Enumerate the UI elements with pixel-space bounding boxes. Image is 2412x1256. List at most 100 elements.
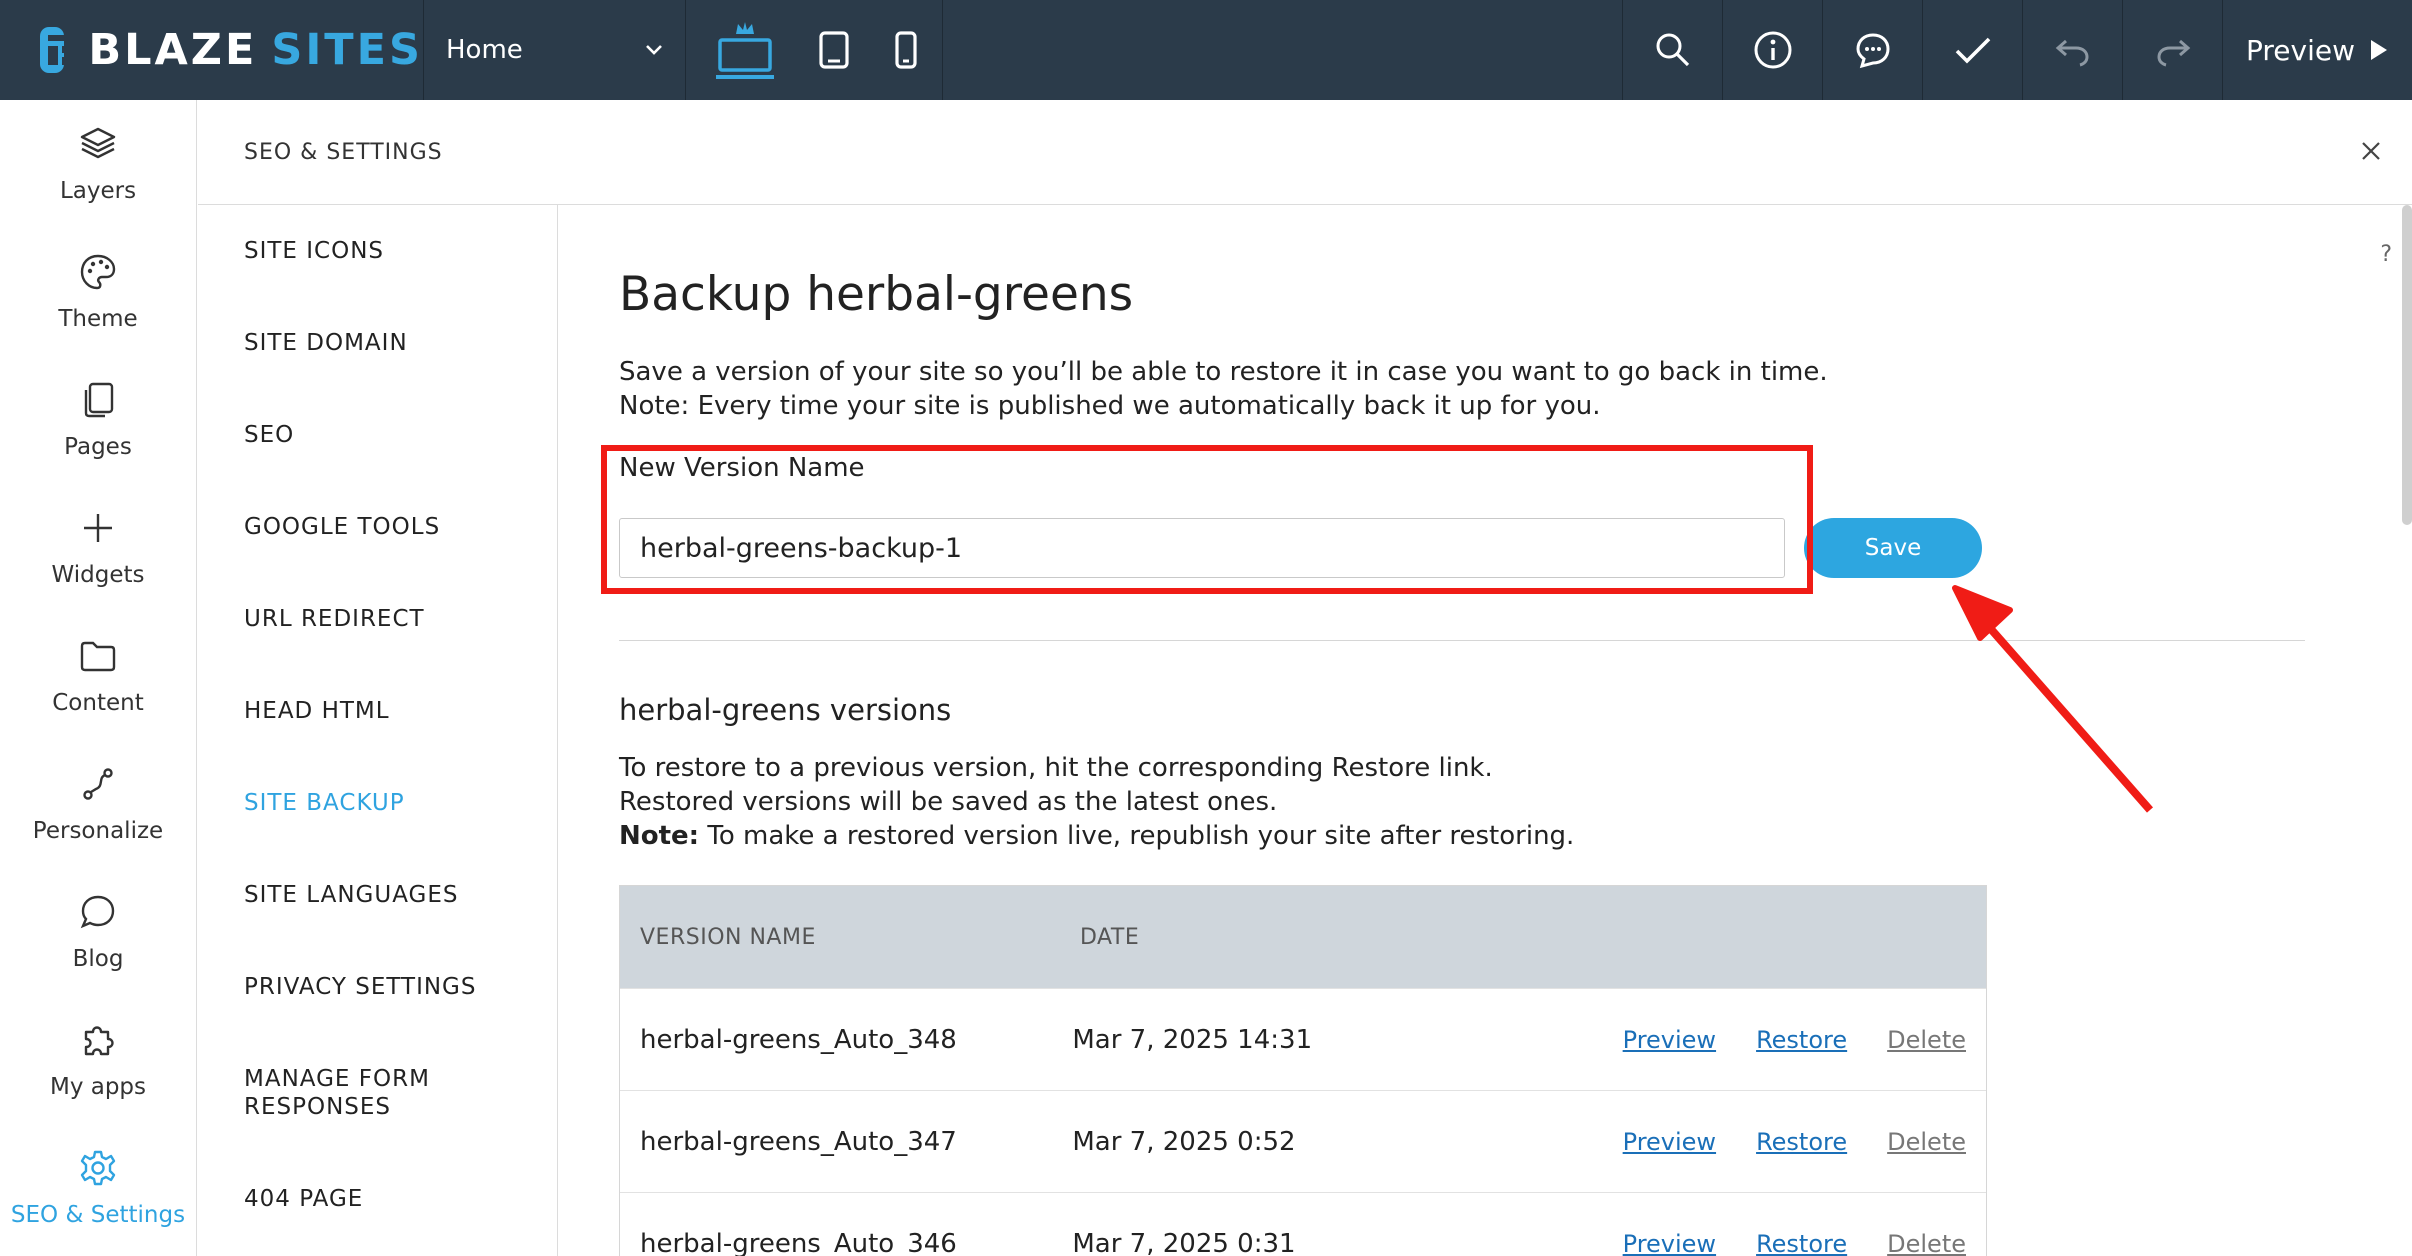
version-date: Mar 7, 2025 0:52 bbox=[1072, 1126, 1296, 1157]
delete-link[interactable]: Delete bbox=[1887, 1026, 1966, 1054]
nav-site-backup[interactable]: SITE BACKUP bbox=[244, 789, 405, 817]
comment-icon bbox=[1855, 33, 1890, 69]
rail-item-label: Content bbox=[52, 690, 144, 716]
nav-head-html[interactable]: HEAD HTML bbox=[244, 697, 390, 725]
versions-table: VERSION NAME DATE herbal-greens_Auto_348… bbox=[619, 885, 1987, 1256]
preview-link[interactable]: Preview bbox=[1623, 1230, 1716, 1256]
brand-logo[interactable]: BLAZE SITES bbox=[0, 0, 424, 100]
table-row: herbal-greens_Auto_347 Mar 7, 2025 0:52 … bbox=[620, 1090, 1986, 1192]
backup-description: Save a version of your site so you’ll be… bbox=[619, 355, 1828, 423]
pages-icon bbox=[84, 382, 114, 418]
rail-item-label: Blog bbox=[72, 946, 124, 972]
desktop-icon bbox=[716, 22, 774, 79]
info-button[interactable] bbox=[1722, 0, 1822, 100]
search-icon bbox=[1656, 33, 1689, 67]
restore-link[interactable]: Restore bbox=[1756, 1128, 1847, 1156]
column-header-version-name: VERSION NAME bbox=[640, 924, 816, 950]
mobile-view-button[interactable] bbox=[894, 31, 918, 69]
nav-google-tools[interactable]: GOOGLE TOOLS bbox=[244, 513, 440, 541]
table-row: herbal-greens_Auto_348 Mar 7, 2025 14:31… bbox=[620, 988, 1986, 1090]
preview-link[interactable]: Preview bbox=[1623, 1128, 1716, 1156]
help-icon[interactable]: ? bbox=[2380, 242, 2392, 267]
rail-item-label: Layers bbox=[59, 178, 137, 204]
close-panel-button[interactable] bbox=[2360, 140, 2382, 166]
divider bbox=[619, 640, 2305, 641]
nav-site-icons[interactable]: SITE ICONS bbox=[244, 237, 384, 265]
search-button[interactable] bbox=[1622, 0, 1722, 100]
plus-icon bbox=[84, 514, 112, 542]
rail-item-theme[interactable]: Theme bbox=[0, 252, 196, 332]
description-note: Note: Every time your site is published … bbox=[619, 391, 1601, 421]
desktop-view-button[interactable] bbox=[716, 20, 774, 80]
version-date: Mar 7, 2025 0:31 bbox=[1072, 1228, 1296, 1256]
rail-item-content[interactable]: Content bbox=[0, 636, 196, 716]
panel-title: SEO & SETTINGS bbox=[244, 139, 443, 165]
comments-button[interactable] bbox=[1822, 0, 1922, 100]
nav-label-line1: MANAGE FORM bbox=[244, 1066, 430, 1092]
restore-link[interactable]: Restore bbox=[1756, 1026, 1847, 1054]
nav-site-languages[interactable]: SITE LANGUAGES bbox=[244, 881, 459, 909]
nav-seo[interactable]: SEO bbox=[244, 421, 294, 449]
redo-button[interactable] bbox=[2122, 0, 2222, 100]
publish-check-button[interactable] bbox=[1922, 0, 2022, 100]
nav-url-redirect[interactable]: URL REDIRECT bbox=[244, 605, 425, 633]
save-button[interactable]: Save bbox=[1804, 518, 1982, 578]
redo-icon bbox=[2156, 39, 2190, 67]
top-toolbar: BLAZE SITES Home Preview bbox=[0, 0, 2412, 100]
rail-item-seo-settings[interactable]: SEO & Settings bbox=[0, 1148, 196, 1228]
row-actions: Preview Restore Delete bbox=[1623, 1128, 1986, 1156]
chevron-down-icon bbox=[646, 45, 662, 55]
table-header: VERSION NAME DATE bbox=[620, 886, 1986, 988]
checkmark-icon bbox=[1955, 37, 1990, 64]
page-selector[interactable]: Home bbox=[424, 0, 686, 100]
gear-icon bbox=[80, 1150, 116, 1186]
version-name: herbal-greens_Auto_347 bbox=[640, 1126, 957, 1157]
undo-button[interactable] bbox=[2022, 0, 2122, 100]
version-name: herbal-greens_Auto_348 bbox=[640, 1024, 957, 1055]
rail-item-personalize[interactable]: Personalize bbox=[0, 764, 196, 844]
rail-item-blog[interactable]: Blog bbox=[0, 892, 196, 972]
close-icon bbox=[2362, 142, 2380, 160]
nav-site-domain[interactable]: SITE DOMAIN bbox=[244, 329, 408, 357]
layers-icon bbox=[80, 127, 116, 159]
nav-privacy-settings[interactable]: PRIVACY SETTINGS bbox=[244, 973, 476, 1001]
logo-text: BLAZE SITES bbox=[88, 25, 423, 75]
nav-manage-form-responses[interactable]: MANAGE FORM RESPONSES bbox=[244, 1065, 430, 1121]
device-switcher bbox=[686, 0, 943, 100]
nav-404-page[interactable]: 404 PAGE bbox=[244, 1185, 363, 1213]
puzzle-icon bbox=[84, 1026, 114, 1056]
settings-nav: SITE ICONS SITE DOMAIN SEO GOOGLE TOOLS … bbox=[198, 205, 558, 1256]
page-title: Backup herbal-greens bbox=[619, 267, 1134, 322]
delete-link[interactable]: Delete bbox=[1887, 1230, 1966, 1256]
rail-item-label: Pages bbox=[64, 434, 132, 460]
scrollbar[interactable] bbox=[2402, 205, 2412, 525]
folder-icon bbox=[80, 641, 116, 672]
rail-item-label: SEO & Settings bbox=[10, 1202, 186, 1228]
description-line: Save a version of your site so you’ll be… bbox=[619, 357, 1828, 387]
rail-item-pages[interactable]: Pages bbox=[0, 380, 196, 460]
version-date: Mar 7, 2025 14:31 bbox=[1072, 1024, 1313, 1055]
row-actions: Preview Restore Delete bbox=[1623, 1026, 1986, 1054]
mobile-icon bbox=[895, 31, 917, 69]
preview-button[interactable]: Preview bbox=[2222, 0, 2412, 100]
rail-item-layers[interactable]: Layers bbox=[0, 124, 196, 204]
table-row: herbal-greens_Auto_346 Mar 7, 2025 0:31 … bbox=[620, 1192, 1986, 1256]
tablet-view-button[interactable] bbox=[818, 31, 850, 69]
rail-item-my-apps[interactable]: My apps bbox=[0, 1020, 196, 1100]
delete-link[interactable]: Delete bbox=[1887, 1128, 1966, 1156]
play-icon bbox=[2371, 40, 2387, 60]
rail-item-widgets[interactable]: Widgets bbox=[0, 508, 196, 588]
restore-note: Note: To make a restored version live, r… bbox=[619, 821, 1575, 851]
column-header-date: DATE bbox=[1080, 924, 1140, 950]
tablet-icon bbox=[819, 31, 849, 69]
version-name-label: New Version Name bbox=[619, 453, 865, 483]
rail-item-label: My apps bbox=[49, 1074, 147, 1100]
version-name: herbal-greens_Auto_346 bbox=[640, 1228, 957, 1256]
info-icon bbox=[1754, 31, 1791, 69]
restore-line: To restore to a previous version, hit th… bbox=[619, 753, 1493, 783]
preview-link[interactable]: Preview bbox=[1623, 1026, 1716, 1054]
chat-bubble-icon bbox=[80, 895, 115, 929]
rail-item-label: Personalize bbox=[32, 818, 164, 844]
restore-link[interactable]: Restore bbox=[1756, 1230, 1847, 1256]
version-name-input[interactable] bbox=[619, 518, 1785, 578]
